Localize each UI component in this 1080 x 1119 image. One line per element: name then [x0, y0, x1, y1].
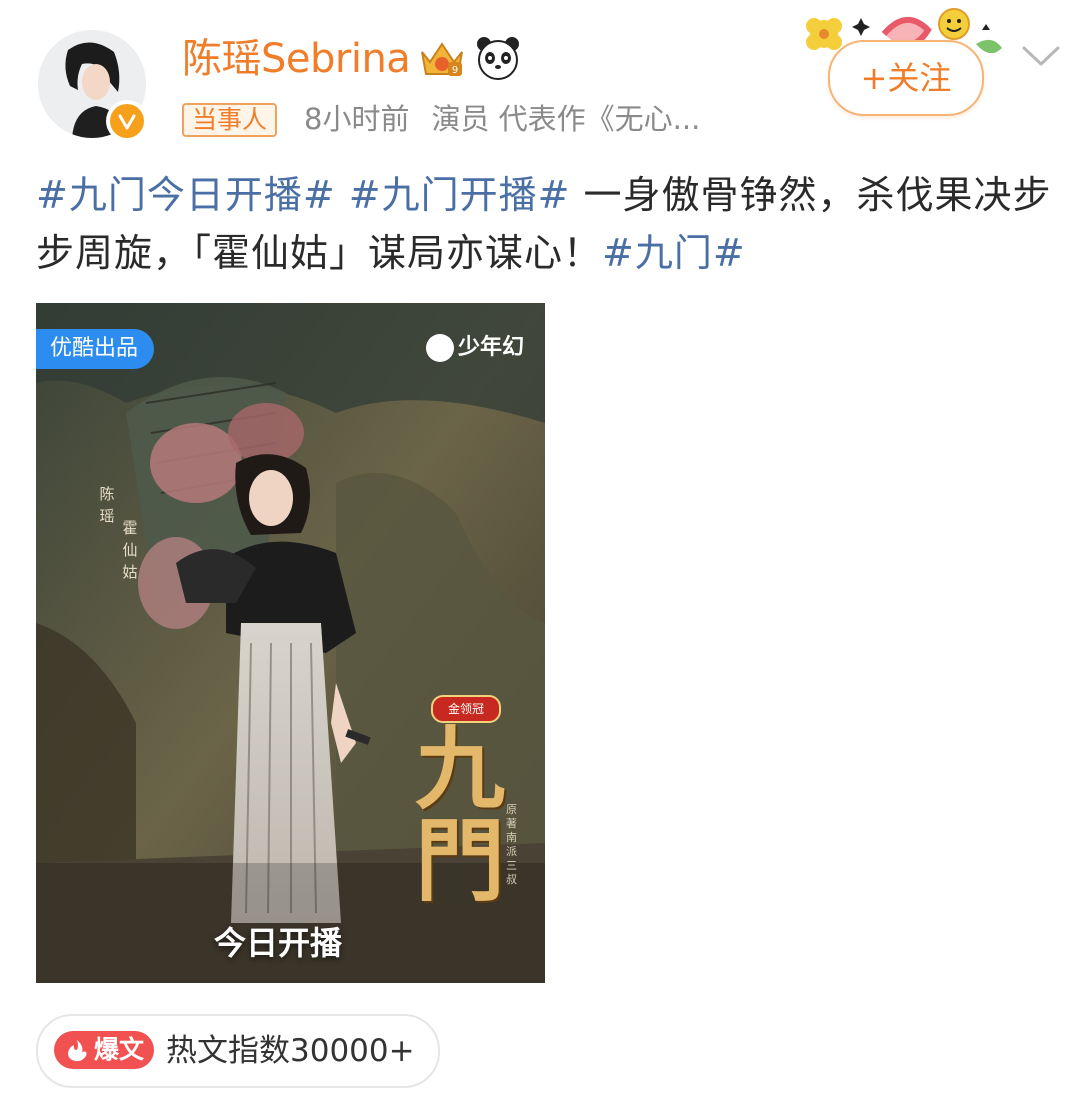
- post-image[interactable]: 优酷出品 少年幻 陈瑶 霍仙姑 金领冠 九門 原著南派三叔 今日开播: [36, 303, 545, 983]
- post-time: 8小时前: [304, 102, 410, 136]
- hot-badge: 爆文: [54, 1031, 154, 1069]
- chevron-down-icon[interactable]: [1020, 42, 1062, 72]
- verified-icon: [106, 100, 148, 142]
- brand-name: 少年幻: [458, 335, 525, 360]
- crown-icon: 9: [421, 42, 463, 76]
- poster-actor-name: 陈瑶: [99, 485, 115, 525]
- poster-credits: 原著南派三叔: [506, 803, 517, 886]
- brand-logo: 少年幻: [426, 331, 524, 365]
- hashtag-link[interactable]: #九门#: [602, 231, 746, 275]
- user-occupation: 演员 代表作《无心...: [431, 102, 701, 136]
- panda-icon: [477, 37, 519, 80]
- flame-icon: [68, 1040, 87, 1062]
- brand-mark-icon: [426, 334, 454, 362]
- poster-role-name: 霍仙姑: [122, 519, 138, 581]
- svg-text:9: 9: [452, 65, 458, 76]
- follow-button[interactable]: +关注: [828, 40, 984, 116]
- hot-index-label: 热文指数30000+: [166, 1033, 415, 1069]
- post-text: #九门今日开播# #九门开播# 一身傲骨铮然，杀伐果决步步周旋，「霍仙姑」谋局亦…: [36, 166, 1056, 282]
- role-badge: 当事人: [182, 103, 278, 137]
- hot-index-chip[interactable]: 爆文 热文指数30000+: [36, 1014, 440, 1088]
- post-meta: 8小时前 演员 代表作《无心...: [304, 100, 700, 138]
- post-header: 陈瑶Sebrina 9 当事人 8小时前 演员 代表作《无心... +关注: [0, 0, 1080, 150]
- hot-badge-label: 爆文: [94, 1035, 145, 1064]
- hashtag-link[interactable]: #九门今日开播#: [36, 173, 336, 217]
- poster-premiere-text: 今日开播: [214, 924, 343, 962]
- hashtag-link[interactable]: #九门开播#: [349, 173, 571, 217]
- poster-title: 九門: [415, 716, 505, 914]
- username[interactable]: 陈瑶Sebrina: [182, 34, 411, 84]
- youku-badge: 优酷出品: [36, 329, 155, 369]
